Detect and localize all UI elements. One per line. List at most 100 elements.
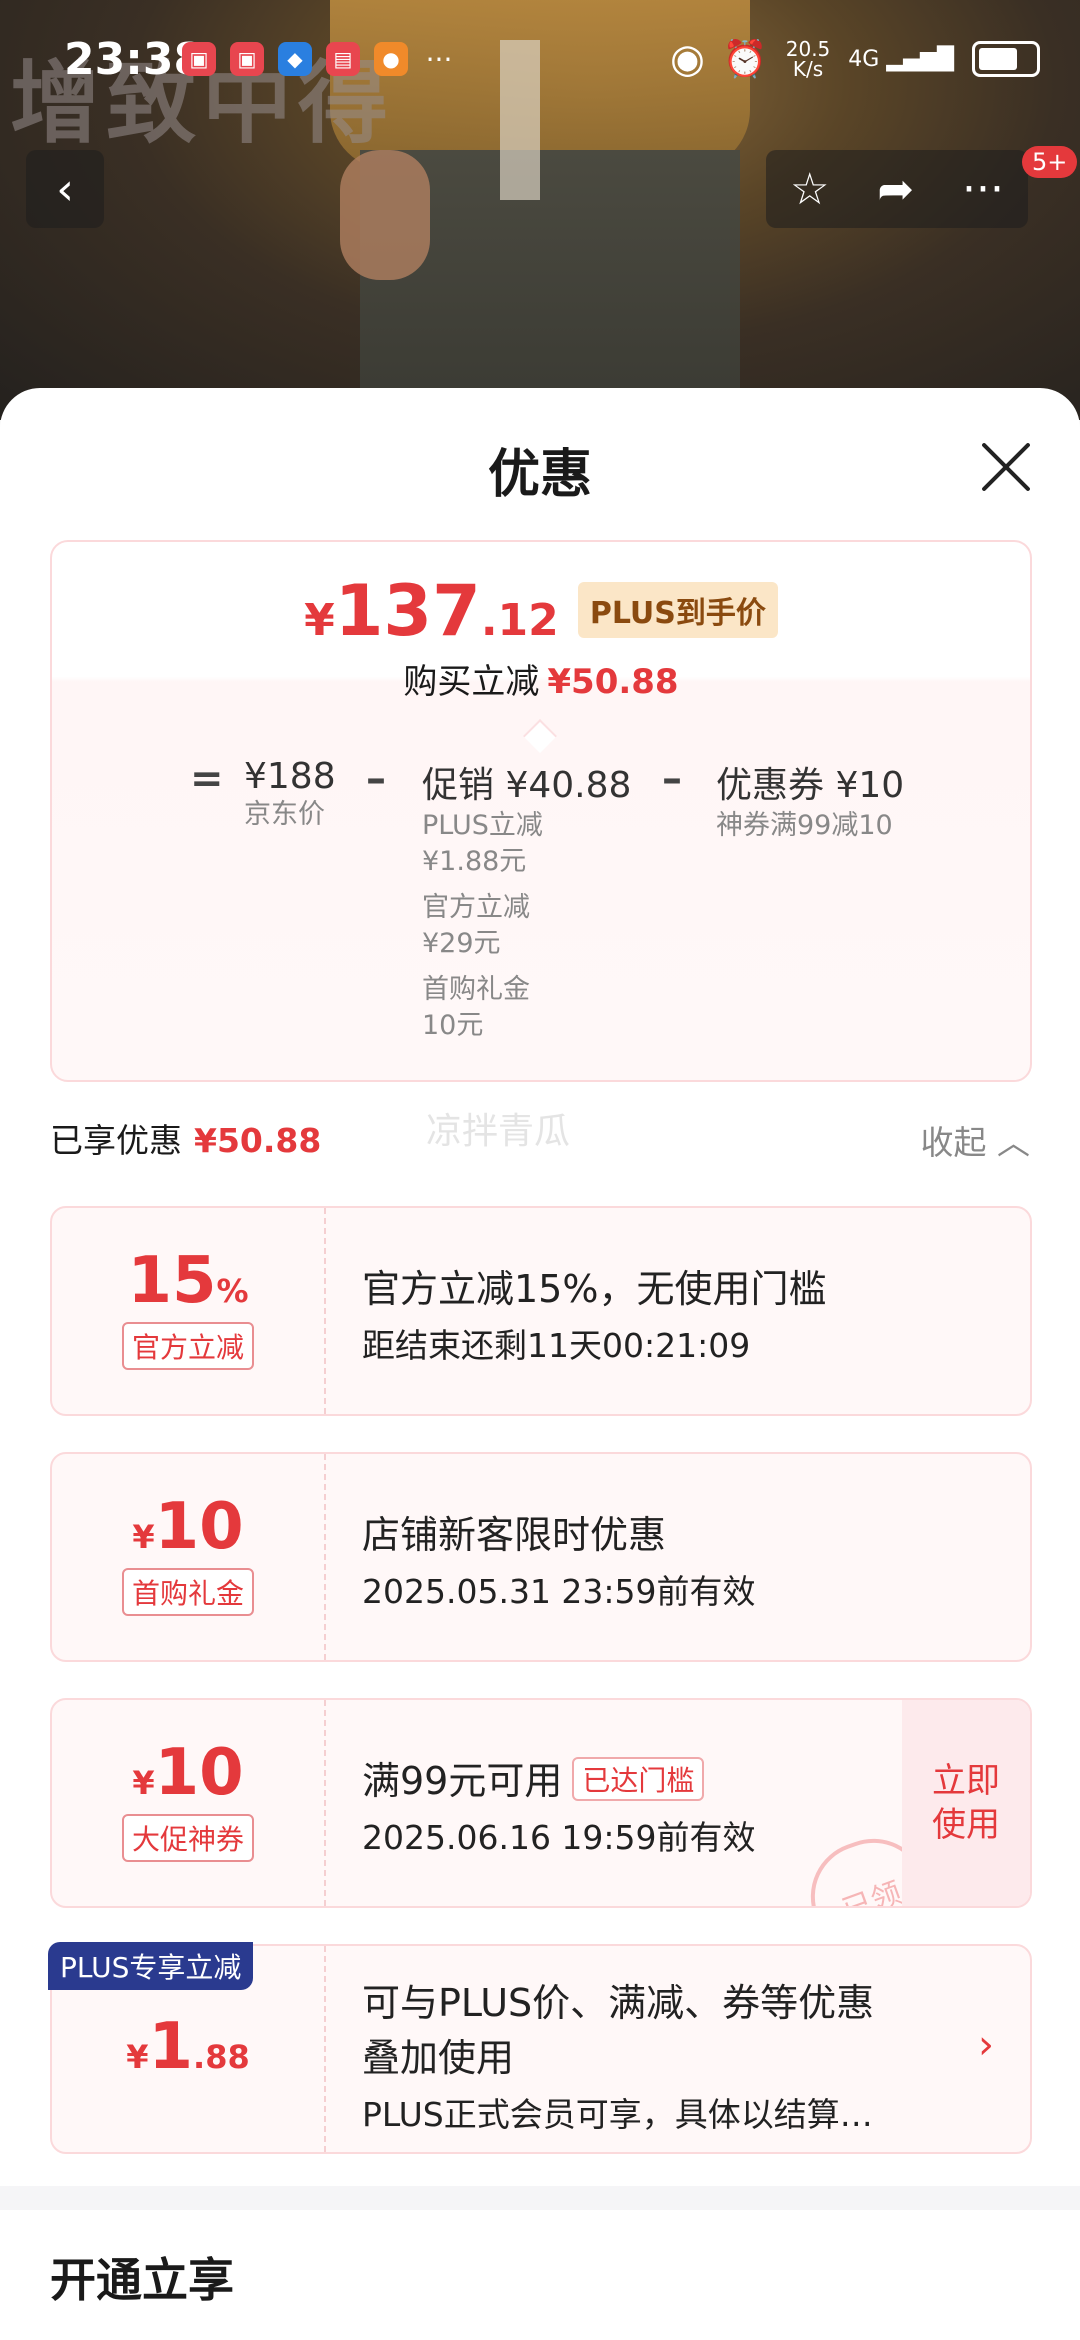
shield-icon: ◆ <box>278 42 312 76</box>
card-tag: 首购礼金 <box>121 1568 254 1616</box>
card-amount: ¥10 大促神券 <box>52 1700 326 1906</box>
close-button[interactable] <box>978 440 1032 494</box>
network-type: 4G <box>848 46 880 72</box>
discount-card-coupon[interactable]: ¥10 大促神券 满99元可用 已达门槛 2025.06.16 19:59前有效 … <box>50 1698 1032 1908</box>
chevron-up-icon: ︿ <box>997 1123 1030 1162</box>
use-now-label: 立即使用 <box>932 1761 1000 1845</box>
status-bar: 23:38 ▣ ▣ ◆ ▤ ● ··· ◉ ⏰ 20.5 K/s 4G ▂▄▆█ <box>0 0 1080 120</box>
threshold-badge: 已达门槛 <box>572 1757 705 1801</box>
jd-price-block: ¥188 京东价 <box>244 756 336 833</box>
promo-item: PLUS立减 <box>422 810 543 841</box>
header-actions: ☆ ➦ ··· <box>766 150 1028 228</box>
sheet-title: 优惠 <box>487 445 592 505</box>
promo-item: 首购礼金 <box>422 974 530 1005</box>
chevron-right-icon: › <box>978 2022 994 2068</box>
card-decimal: .88 <box>193 2038 250 2076</box>
card-title: 满99元可用 <box>362 1759 563 1803</box>
currency-symbol: ¥ <box>304 595 335 646</box>
card-info: 满99元可用 已达门槛 2025.06.16 19:59前有效 <box>362 1750 756 1859</box>
signal-icon: 4G ▂▄▆█ <box>848 46 954 72</box>
card-currency: ¥ <box>132 1764 155 1802</box>
card-desc: PLUS正式会员可享，具体以结算… <box>362 2095 873 2134</box>
more-button[interactable]: ··· <box>962 164 1004 215</box>
card-unit: % <box>216 1272 249 1310</box>
coupon-desc: 神券满99减10 <box>716 810 893 841</box>
price-breakdown: ¥137.12 PLUS到手价 购买立减 ¥50.88 = ¥188 京东价 – … <box>50 540 1032 1082</box>
card-desc: 2025.05.31 23:59前有效 <box>362 1572 756 1611</box>
card-title: 店铺新客限时优惠 <box>362 1513 667 1557</box>
network-speed: 20.5 K/s <box>786 39 831 79</box>
card-tag: 官方立减 <box>121 1322 254 1370</box>
minus-sign: – <box>662 756 682 802</box>
promo-block: 促销 ¥40.88 PLUS立减 ¥1.88元 官方立减 ¥29元 首购礼金 1… <box>422 756 631 1044</box>
reduce-value: ¥50.88 <box>547 662 679 702</box>
promo-total: 促销 ¥40.88 <box>422 765 632 806</box>
card-value: 1 <box>148 2010 194 2084</box>
app-notification-icon: ▣ <box>182 42 216 76</box>
card-value: 10 <box>154 1490 244 1564</box>
enjoyed-discount: 已享优惠 ¥50.88 <box>50 1114 321 1162</box>
card-value: 10 <box>154 1736 244 1810</box>
collapse-button[interactable]: 收起 ︿ <box>921 1116 1031 1164</box>
promo-item: 官方立减 <box>422 892 530 923</box>
enjoyed-label: 已享优惠 <box>50 1121 182 1160</box>
card-title-line2: 叠加使用 <box>362 2036 515 2080</box>
favorite-button[interactable]: ☆ <box>790 164 829 215</box>
card-currency: ¥ <box>132 1518 155 1556</box>
collapse-label: 收起 <box>920 1123 987 1162</box>
card-desc: 距结束还剩11天00:21:09 <box>362 1326 751 1365</box>
speed-value: 20.5 <box>785 37 831 61</box>
minus-sign: – <box>366 756 386 802</box>
jd-price-label: 京东价 <box>244 799 325 830</box>
plus-exclusive-tag: PLUS专享立减 <box>48 1942 254 1990</box>
card-title: 官方立减15%，无使用门槛 <box>362 1267 827 1311</box>
card-tag: 大促神券 <box>121 1814 254 1862</box>
plus-price-tag: PLUS到手价 <box>577 582 778 638</box>
speed-unit: K/s <box>792 57 824 81</box>
card-desc: 2025.06.16 19:59前有效 <box>362 1818 756 1857</box>
chevron-left-icon: ‹ <box>56 163 74 215</box>
coupon-total: 优惠券 ¥10 <box>716 765 905 806</box>
system-status: ◉ ⏰ 20.5 K/s 4G ▂▄▆█ <box>670 36 1040 82</box>
back-button[interactable]: ‹ <box>26 150 104 228</box>
card-amount: 15% 官方立减 <box>52 1208 326 1414</box>
discount-card-official[interactable]: 15% 官方立减 官方立减15%，无使用门槛 距结束还剩11天00:21:09 <box>50 1206 1032 1416</box>
discount-sheet: 优惠 ¥137.12 PLUS到手价 购买立减 ¥50.88 = ¥188 京东价… <box>0 388 1080 2340</box>
coupon-block: 优惠券 ¥10 神券满99减10 <box>716 756 904 844</box>
hand-shape <box>340 150 430 280</box>
share-button[interactable]: ➦ <box>877 164 914 215</box>
card-info: 官方立减15%，无使用门槛 距结束还剩11天00:21:09 <box>362 1258 826 1367</box>
promo-item: 10元 <box>422 1010 484 1041</box>
section-divider <box>0 2186 1080 2210</box>
enjoyed-value: ¥50.88 <box>194 1121 322 1160</box>
message-badge: 5+ <box>1022 146 1078 178</box>
equals-sign: = <box>190 756 224 802</box>
app-notification-icon: ▣ <box>230 42 264 76</box>
eye-icon: ◉ <box>670 36 705 82</box>
card-amount: ¥10 首购礼金 <box>52 1454 326 1660</box>
app-notification-icon: ▤ <box>326 42 360 76</box>
price-decimal: .12 <box>480 595 559 646</box>
card-info: 可与PLUS价、满减、券等优惠 叠加使用 PLUS正式会员可享，具体以结算… <box>362 1972 874 2136</box>
price-integer: 137 <box>334 570 481 652</box>
more-notifications-icon: ··· <box>425 42 453 76</box>
card-title: 可与PLUS价、满减、券等优惠 <box>362 1981 875 2025</box>
jd-price: ¥188 <box>244 756 336 797</box>
card-info: 店铺新客限时优惠 2025.05.31 23:59前有效 <box>362 1504 756 1613</box>
final-price: ¥137.12 PLUS到手价 <box>52 570 1030 652</box>
open-membership-title: 开通立享 <box>50 2253 234 2307</box>
watermark-text: 凉拌青瓜 <box>426 1111 571 1152</box>
notification-icons: ▣ ▣ ◆ ▤ ● ··· <box>182 42 456 76</box>
alarm-icon: ⏰ <box>722 39 768 80</box>
purchase-reduce: 购买立减 ¥50.88 <box>52 654 1030 703</box>
reduce-label: 购买立减 <box>403 662 540 702</box>
app-notification-icon: ● <box>374 42 408 76</box>
pointer-arrow <box>523 719 557 753</box>
card-value: 15 <box>127 1244 217 1318</box>
discount-card-first-purchase[interactable]: ¥10 首购礼金 店铺新客限时优惠 2025.05.31 23:59前有效 <box>50 1452 1032 1662</box>
battery-icon <box>972 41 1040 77</box>
card-currency: ¥ <box>126 2038 149 2076</box>
promo-item: ¥29元 <box>422 928 501 959</box>
use-now-button[interactable]: 立即使用 <box>902 1700 1030 1906</box>
promo-item: ¥1.88元 <box>422 846 527 877</box>
